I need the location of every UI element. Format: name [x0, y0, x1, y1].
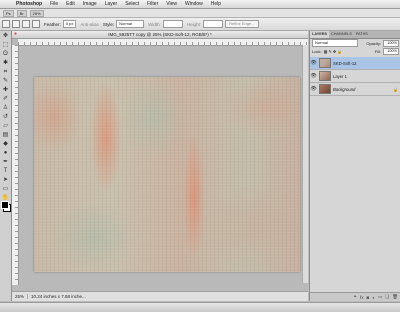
- trash-icon[interactable]: 🗑: [392, 294, 398, 300]
- document-title: IMG_5925TT copy @ 25% (SKD-Soft-12, RGB/…: [108, 32, 212, 37]
- layer-row-background[interactable]: 👁 Background 🔒: [310, 83, 400, 96]
- menu-photoshop[interactable]: Photoshop: [12, 0, 46, 8]
- lasso-tool-icon[interactable]: ʘ: [1, 50, 10, 58]
- layer-name: SKD-Soft-12: [333, 60, 357, 66]
- tab-paths[interactable]: PATHS: [354, 31, 370, 38]
- layer-row-skd-soft[interactable]: 👁 SKD-Soft-12: [310, 57, 400, 70]
- menu-layer[interactable]: Layer: [101, 0, 122, 8]
- document-window: ● IMG_5925TT copy @ 25% (SKD-Soft-12, RG…: [12, 31, 308, 301]
- menu-file[interactable]: File: [46, 0, 62, 8]
- width-input[interactable]: [162, 20, 183, 28]
- add-selection-icon[interactable]: [22, 20, 30, 28]
- bridge-button[interactable]: Br: [16, 9, 27, 17]
- new-layer-icon[interactable]: ❏: [385, 294, 389, 300]
- new-selection-icon[interactable]: [12, 20, 20, 28]
- move-tool-icon[interactable]: ✥: [1, 32, 10, 40]
- lock-row: Lock: ▦ ✎ ✥ 🔒 Fill: 100%: [310, 47, 400, 55]
- pen-tool-icon[interactable]: ✒: [1, 158, 10, 166]
- fill-input[interactable]: 100%: [383, 47, 399, 55]
- status-bar: 25% 10.24 inches x 7.68 inche...: [12, 291, 308, 301]
- opacity-input[interactable]: 100%: [383, 39, 399, 47]
- tab-channels[interactable]: CHANNELS: [329, 31, 354, 38]
- history-brush-tool-icon[interactable]: ↺: [1, 113, 10, 121]
- image-canvas[interactable]: [34, 77, 300, 272]
- clone-stamp-tool-icon[interactable]: ♙: [1, 104, 10, 112]
- horizontal-ruler[interactable]: [18, 39, 308, 46]
- eraser-tool-icon[interactable]: ▱: [1, 122, 10, 130]
- layer-thumbnail: [319, 58, 331, 68]
- zoom-level-select[interactable]: 25%: [29, 9, 44, 17]
- layer-thumbnail: [319, 84, 331, 94]
- tools-panel: ✥ ⬚ ʘ ✱ ⌗ ✎ ✚ ✐ ♙ ↺ ▱ ▤ ◆ ● ✒ T ➤ ▭ ✋ ⚲: [0, 31, 12, 301]
- menu-edit[interactable]: Edit: [62, 0, 79, 8]
- type-tool-icon[interactable]: T: [1, 167, 10, 175]
- fill-label: Fill:: [374, 48, 381, 54]
- adjustment-layer-icon[interactable]: ◐: [372, 295, 375, 300]
- marquee-tool-icon[interactable]: ⬚: [1, 41, 10, 49]
- eye-icon[interactable]: 👁: [310, 86, 317, 92]
- layer-thumbnail: [319, 71, 331, 81]
- gradient-tool-icon[interactable]: ▤: [1, 131, 10, 139]
- blend-mode-select[interactable]: Normal: [312, 39, 358, 47]
- blur-tool-icon[interactable]: ◆: [1, 140, 10, 148]
- subtract-selection-icon[interactable]: [32, 20, 40, 28]
- eye-icon[interactable]: 👁: [310, 73, 317, 79]
- width-label: Width:: [148, 21, 161, 27]
- document-title-bar[interactable]: ● IMG_5925TT copy @ 25% (SKD-Soft-12, RG…: [12, 31, 308, 39]
- application-bar: Ps Br 25%: [0, 9, 400, 18]
- layer-row-layer-1[interactable]: 👁 Layer 1: [310, 70, 400, 83]
- layer-style-icon[interactable]: fx: [360, 295, 364, 300]
- vertical-scrollbar[interactable]: [302, 45, 308, 283]
- menu-image[interactable]: Image: [79, 0, 101, 8]
- style-select[interactable]: Normal: [116, 20, 145, 28]
- eyedropper-tool-icon[interactable]: ✎: [1, 77, 10, 85]
- menu-view[interactable]: View: [162, 0, 181, 8]
- height-label: Height:: [186, 21, 202, 27]
- menu-bar: Photoshop File Edit Image Layer Select F…: [0, 0, 400, 9]
- lock-label: Lock:: [312, 48, 322, 54]
- menu-window[interactable]: Window: [181, 0, 207, 8]
- layer-name: Background: [333, 86, 356, 92]
- anti-alias-checkbox[interactable]: Anti-alias: [80, 22, 99, 27]
- layer-list: 👁 SKD-Soft-12 👁 Layer 1 👁 Background 🔒: [310, 57, 400, 96]
- tab-layers[interactable]: LAYERS: [310, 31, 330, 38]
- eye-icon[interactable]: 👁: [310, 60, 317, 66]
- path-selection-tool-icon[interactable]: ➤: [1, 176, 10, 184]
- layers-panel: LAYERS CHANNELS PATHS Normal Opacity: 10…: [309, 31, 400, 301]
- layer-name: Layer 1: [333, 73, 347, 79]
- feather-input[interactable]: 0 px: [62, 20, 77, 28]
- vertical-ruler[interactable]: [12, 45, 19, 285]
- new-group-icon[interactable]: ▭: [378, 294, 382, 300]
- window-controls-icon[interactable]: ●: [14, 32, 17, 37]
- dodge-tool-icon[interactable]: ●: [1, 149, 10, 157]
- layers-panel-footer: ⚭ fx ◙ ◐ ▭ ❏ 🗑: [310, 292, 400, 301]
- menu-filter[interactable]: Filter: [143, 0, 162, 8]
- zoom-field[interactable]: 25%: [12, 294, 29, 299]
- lock-icon: 🔒: [393, 86, 398, 92]
- shape-tool-icon[interactable]: ▭: [1, 185, 10, 193]
- lock-pixels-icon[interactable]: ▦ ✎ ✥ 🔒: [324, 49, 343, 54]
- refine-edge-button[interactable]: Refine Edge...: [225, 20, 259, 28]
- menu-select[interactable]: Select: [121, 0, 143, 8]
- style-label: Style:: [102, 21, 115, 27]
- panel-tabs: LAYERS CHANNELS PATHS: [310, 31, 400, 39]
- feather-label: Feather:: [44, 21, 61, 27]
- add-mask-icon[interactable]: ◙: [367, 295, 370, 300]
- crop-tool-icon[interactable]: ⌗: [1, 68, 10, 76]
- magic-wand-tool-icon[interactable]: ✱: [1, 59, 10, 67]
- height-input[interactable]: [203, 20, 224, 28]
- foreground-color-swatch[interactable]: [1, 201, 9, 209]
- menu-help[interactable]: Help: [207, 0, 225, 8]
- blend-row: Normal Opacity: 100%: [310, 39, 400, 47]
- document-size-info[interactable]: 10.24 inches x 7.68 inche...: [28, 294, 89, 299]
- ps-logo-icon: Ps: [3, 9, 14, 17]
- brush-tool-icon[interactable]: ✐: [1, 95, 10, 103]
- healing-brush-tool-icon[interactable]: ✚: [1, 86, 10, 94]
- opacity-label: Opacity:: [366, 40, 381, 46]
- options-bar: Feather: 0 px Anti-alias Style: Normal W…: [0, 18, 400, 31]
- marquee-tool-preset-icon[interactable]: [2, 20, 10, 28]
- link-layers-icon[interactable]: ⚭: [353, 294, 357, 300]
